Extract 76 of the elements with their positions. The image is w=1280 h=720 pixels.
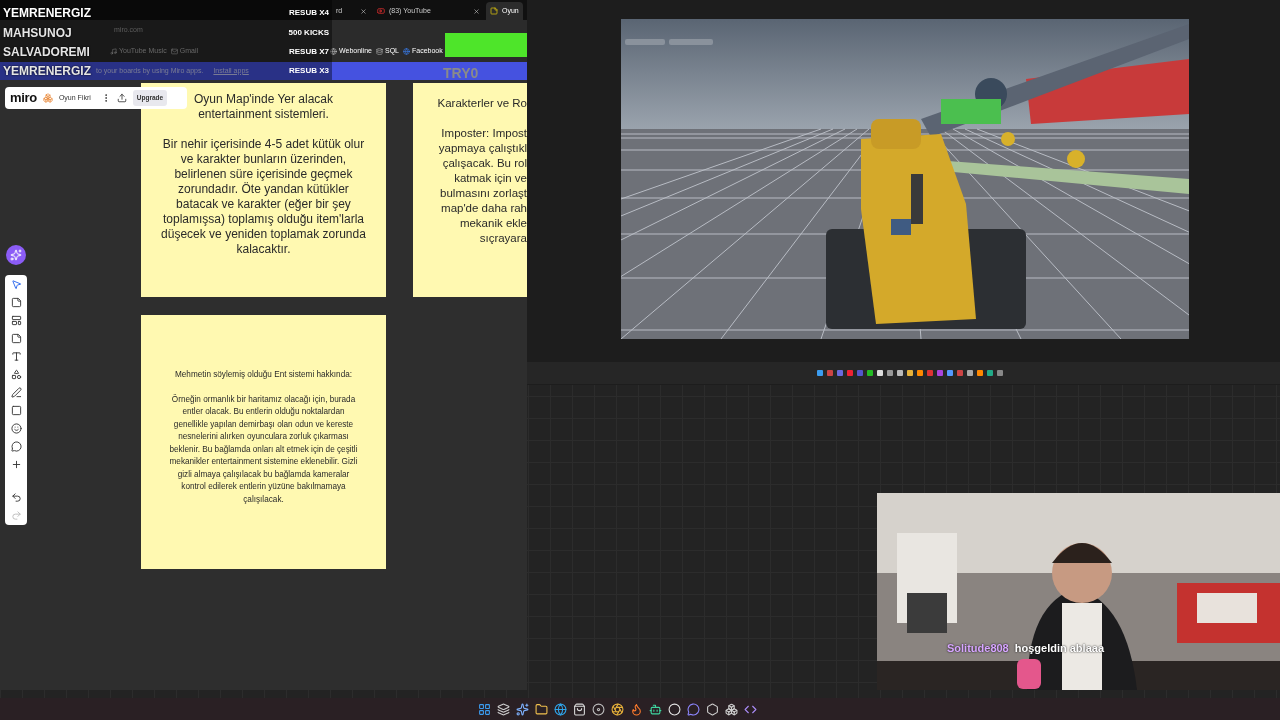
shapes-icon[interactable] xyxy=(10,369,22,380)
app-tile-icon[interactable] xyxy=(876,370,883,376)
app-tile-icon[interactable] xyxy=(826,370,833,376)
sparkles-icon[interactable] xyxy=(516,702,529,716)
note-text: Örneğin ormanlık bir haritamız olacağı için, burada entler olacak. Bu entlerin olduğu noktalardan genellikle yapılan demirbaşı olan odun ve kereste nesnelerini alırken oyunculara zorluk çıkarması beklenir. Bu bağlamda onları alt etmek için de çeşitli mekanikler entertainment sistemine eklenebilir. Gizli gizli almaya çalışılacak bu bağlamda kameralar kontrol edilerek entlerin yüzüne bakılmamaya çalışılacak. xyxy=(169,393,358,506)
miro-logo[interactable]: miro xyxy=(10,88,37,108)
app-tile-icon[interactable] xyxy=(846,370,853,376)
app-tile-icon[interactable] xyxy=(886,370,893,376)
bookmark-icon xyxy=(110,48,117,55)
close-icon[interactable] xyxy=(473,7,480,15)
pen-icon[interactable] xyxy=(10,387,22,398)
disc-icon[interactable] xyxy=(592,702,605,716)
close-icon[interactable] xyxy=(360,7,367,15)
share-icon[interactable] xyxy=(116,93,127,103)
youtube-icon xyxy=(377,7,385,15)
frame-icon[interactable] xyxy=(10,405,22,416)
app-tile-icon[interactable] xyxy=(926,370,933,376)
comment-icon[interactable] xyxy=(10,441,22,452)
app-tile-icon[interactable] xyxy=(906,370,913,376)
text-icon[interactable] xyxy=(10,351,22,362)
aperture-icon[interactable] xyxy=(611,702,624,716)
bookmark-icon xyxy=(330,48,337,55)
alert-name: MAHSUNOJ xyxy=(3,25,72,43)
note-text: Oyun Map'inde Yer alacak entertainment sistemleri. xyxy=(193,92,334,122)
plus-icon[interactable] xyxy=(10,459,22,470)
note-text: Mehmetin söylemiş olduğu Ent sistemi hakkında: xyxy=(175,369,352,381)
folder-icon[interactable] xyxy=(535,702,548,716)
app-tile-icon[interactable] xyxy=(936,370,943,376)
boxes-icon xyxy=(42,93,53,103)
app-tile-icon[interactable] xyxy=(976,370,983,376)
bookmark-icon xyxy=(403,48,410,55)
app-tile-icon[interactable] xyxy=(836,370,843,376)
hexagon-icon[interactable] xyxy=(706,702,719,716)
sticky-note[interactable] xyxy=(141,315,386,569)
app-tile-icon[interactable] xyxy=(816,370,823,376)
layers-icon[interactable] xyxy=(497,702,510,716)
alert-event: 500 KICKS xyxy=(288,27,329,40)
app-tile-icon[interactable] xyxy=(986,370,993,376)
globe-icon[interactable] xyxy=(554,702,567,716)
app-tile-icon[interactable] xyxy=(916,370,923,376)
template-icon[interactable] xyxy=(10,315,22,326)
note-icon xyxy=(490,7,498,15)
app-tile-icon[interactable] xyxy=(956,370,963,376)
sticky-note-icon[interactable] xyxy=(10,333,22,344)
alert-name: YEMRENERGIZ xyxy=(3,4,91,22)
app-tile-icon[interactable] xyxy=(946,370,953,376)
grid-icon[interactable] xyxy=(478,702,491,716)
bookmark-icon xyxy=(170,48,178,55)
bookmark-icon xyxy=(375,48,383,55)
sticky-note[interactable]: Karakterler ve Ro Imposter: Impost yapmaya çalıştıkl çalışacak. Bu rol katmak için ve bulmasını zorlaşt map'de daha rah mekanik ekle sıçrayara xyxy=(413,83,527,297)
note-text: Bir nehir içerisinde 4-5 adet kütük olur ve karakter bunların üzerinden, belirlenen süre içerisinde geçmek zorundadır. Öte yandan kütükler batacak ve karakter (eğer bir şey toplamışsa) toplamış olduğu item'larla düşecek ve yeniden toplamak zorunda kalacaktır. xyxy=(161,137,366,257)
note-icon[interactable] xyxy=(10,297,22,308)
alert-event: RESUB X7 xyxy=(289,45,329,58)
app-tile-icon[interactable] xyxy=(866,370,873,376)
note-text: Imposter: Impost yapmaya çalıştıkl çalışacak. Bu rol katmak için ve bulmasını zorlaşt map'de daha rah mekanik ekle sıçrayara xyxy=(438,126,527,246)
chat-icon[interactable] xyxy=(687,702,700,716)
circle-icon[interactable] xyxy=(668,702,681,716)
note-text: Karakterler ve Ro xyxy=(437,96,527,111)
undo-icon[interactable] xyxy=(10,492,22,503)
app-tile-icon[interactable] xyxy=(896,370,903,376)
app-tile-icon[interactable] xyxy=(856,370,863,376)
bag-icon[interactable] xyxy=(573,702,586,716)
goal-label: TRY0 xyxy=(443,64,479,83)
app-tile-icon[interactable] xyxy=(966,370,973,376)
boxes-icon[interactable] xyxy=(725,702,738,716)
smile-icon[interactable] xyxy=(10,423,22,434)
bot-icon[interactable] xyxy=(649,702,662,716)
alert-name: YEMRENERGIZ xyxy=(3,62,91,80)
pointer-icon[interactable] xyxy=(10,279,22,290)
alert-name: SALVADOREMI xyxy=(3,43,90,61)
alert-event: RESUB X4 xyxy=(289,6,329,19)
alert-event: RESUB X3 xyxy=(289,64,329,77)
chat-username: Solitude808 xyxy=(947,641,1009,656)
flame-icon[interactable] xyxy=(630,702,643,716)
app-tile-icon[interactable] xyxy=(996,370,1003,376)
sparkles-icon[interactable] xyxy=(6,245,26,265)
